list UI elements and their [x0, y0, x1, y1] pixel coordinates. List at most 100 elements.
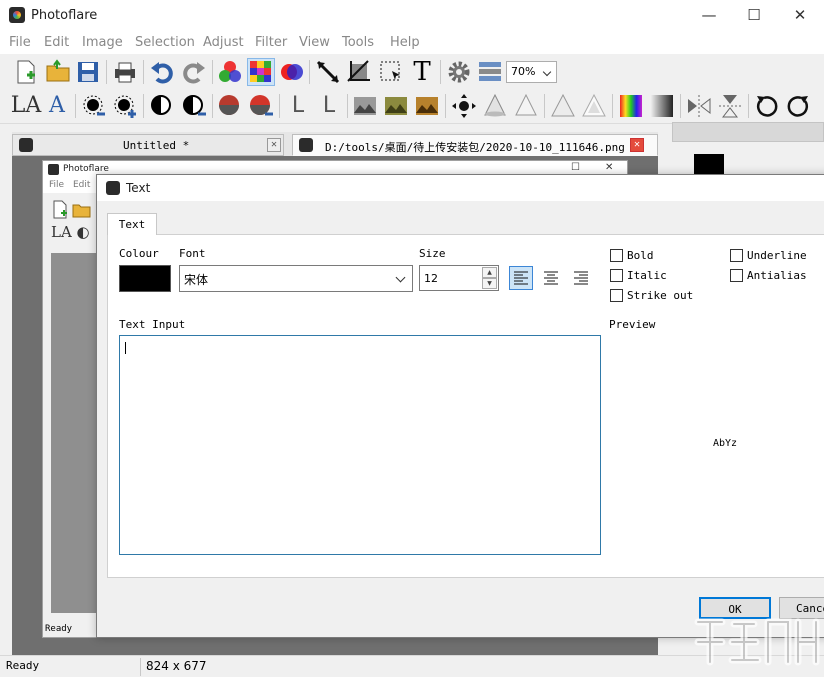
- font-label: Font: [179, 247, 206, 260]
- menu-view[interactable]: View: [299, 35, 330, 50]
- menu-edit[interactable]: Edit: [44, 35, 69, 50]
- brightness-down-icon[interactable]: [80, 92, 108, 120]
- tab-untitled[interactable]: Untitled * ✕: [12, 134, 284, 156]
- menu-tools[interactable]: Tools: [342, 35, 374, 50]
- layers-icon[interactable]: [476, 58, 504, 86]
- menu-filter[interactable]: Filter: [255, 35, 287, 50]
- close-button[interactable]: ✕: [777, 0, 823, 31]
- filter-olive-icon[interactable]: [382, 92, 410, 120]
- dialog-title-bar: Text: [97, 175, 824, 201]
- antialias-checkbox[interactable]: [730, 269, 743, 282]
- align-left-button[interactable]: [509, 266, 533, 290]
- close-tab-icon[interactable]: ✕: [630, 138, 644, 152]
- app-window: Photoflare — ☐ ✕ File Edit Image Selecti…: [0, 0, 824, 677]
- primary-color-swatch[interactable]: [694, 154, 724, 174]
- saturation-up-icon[interactable]: [247, 92, 275, 120]
- menu-image[interactable]: Image: [82, 35, 123, 50]
- preview-text: AbYz: [713, 438, 738, 449]
- rgb-circles-icon[interactable]: [216, 58, 244, 86]
- tab-label: D:/tools/桌面/待上传安装包/2020-10-10_111646.png…: [325, 141, 639, 154]
- saturation-down-icon[interactable]: [216, 92, 244, 120]
- tab-label: Untitled *: [123, 139, 190, 152]
- embedded-status: Ready: [45, 624, 73, 634]
- window-title: Photoflare: [31, 8, 98, 23]
- size-spinbox[interactable]: 12 ▲ ▼: [419, 265, 499, 291]
- close-tab-icon[interactable]: ✕: [267, 138, 281, 152]
- color-blend-icon[interactable]: [278, 58, 306, 86]
- menu-bar: File Edit Image Selection Adjust Filter …: [0, 31, 824, 54]
- preview-label: Preview: [609, 318, 656, 331]
- align-right-button[interactable]: [569, 266, 593, 290]
- open-folder-icon[interactable]: [44, 58, 72, 86]
- menu-file[interactable]: File: [9, 35, 31, 50]
- size-up-button[interactable]: ▲: [482, 267, 497, 278]
- move-icon[interactable]: [450, 92, 478, 120]
- photoflare-logo-icon: [299, 138, 313, 152]
- text-input-area[interactable]: [119, 335, 601, 555]
- embedded-maximize: ☐: [571, 162, 580, 173]
- photoflare-logo-icon: [19, 138, 33, 152]
- text-caret: [125, 342, 126, 354]
- new-file-icon[interactable]: [12, 58, 40, 86]
- underline-checkbox[interactable]: [730, 249, 743, 262]
- italic-checkbox[interactable]: [610, 269, 623, 282]
- text-size-up-icon[interactable]: A: [43, 92, 71, 120]
- text-size-down-icon[interactable]: LA: [11, 92, 42, 120]
- photoflare-logo-icon: [48, 164, 59, 175]
- tab-image[interactable]: D:/tools/桌面/待上传安装包/2020-10-10_111646.png…: [292, 134, 658, 156]
- flip-horizontal-icon[interactable]: [685, 92, 713, 120]
- size-value: 12: [424, 272, 438, 285]
- undo-icon[interactable]: [148, 58, 176, 86]
- triangle-light-icon[interactable]: [580, 92, 608, 120]
- crop-icon[interactable]: [345, 58, 373, 86]
- brightness-up-icon[interactable]: [111, 92, 139, 120]
- select-icon[interactable]: [377, 58, 405, 86]
- embedded-menu-edit: Edit: [73, 180, 91, 190]
- align-center-button[interactable]: [539, 266, 563, 290]
- antialias-label: Antialias: [747, 269, 807, 282]
- maximize-button[interactable]: ☐: [731, 0, 777, 31]
- strike-out-label: Strike out: [627, 289, 694, 302]
- bold-checkbox[interactable]: [610, 249, 623, 262]
- document-tabs: Untitled * ✕ D:/tools/桌面/待上传安装包/2020-10-…: [12, 132, 658, 156]
- mosaic-icon[interactable]: [247, 58, 275, 86]
- embedded-menu-file: File: [49, 180, 65, 190]
- print-icon[interactable]: [111, 58, 139, 86]
- tab-text[interactable]: Text: [107, 213, 157, 235]
- menu-help[interactable]: Help: [390, 35, 420, 50]
- text-tool-icon[interactable]: T: [408, 58, 436, 86]
- gamma-up-icon[interactable]: L: [315, 92, 343, 120]
- line-tool-icon[interactable]: [314, 58, 342, 86]
- embedded-canvas: [51, 253, 97, 613]
- photoflare-logo-icon: [106, 181, 120, 195]
- text-dialog: Text Text Colour Font Size 宋体 12 ▲ ▼ Bol…: [96, 174, 824, 638]
- strike-out-checkbox[interactable]: [610, 289, 623, 302]
- menu-adjust[interactable]: Adjust: [203, 35, 244, 50]
- filter-sepia-icon[interactable]: [413, 92, 441, 120]
- gradient-icon[interactable]: [648, 92, 676, 120]
- title-bar: Photoflare — ☐ ✕: [0, 0, 824, 31]
- menu-selection[interactable]: Selection: [135, 35, 195, 50]
- zoom-select[interactable]: 70%: [506, 61, 557, 83]
- filter-grayscale-icon[interactable]: [351, 92, 379, 120]
- flip-vertical-icon[interactable]: [716, 92, 744, 120]
- font-select[interactable]: 宋体: [179, 265, 413, 292]
- redo-icon[interactable]: [180, 58, 208, 86]
- cone-outline-icon[interactable]: [512, 92, 540, 120]
- gear-icon[interactable]: [445, 58, 473, 86]
- adjust-toolbar: LA A L L: [0, 88, 824, 124]
- minimize-button[interactable]: —: [686, 0, 732, 31]
- spectrum-icon[interactable]: [617, 92, 645, 120]
- size-down-button[interactable]: ▼: [482, 278, 497, 289]
- rotate-cw-icon[interactable]: [784, 92, 812, 120]
- contrast-down-icon[interactable]: [148, 92, 176, 120]
- right-panel-header: [672, 122, 824, 142]
- rotate-ccw-icon[interactable]: [753, 92, 781, 120]
- gamma-down-icon[interactable]: L: [284, 92, 312, 120]
- save-icon[interactable]: [74, 58, 102, 86]
- triangle-icon[interactable]: [549, 92, 577, 120]
- dialog-title: Text: [126, 181, 151, 195]
- cone-icon[interactable]: [481, 92, 509, 120]
- contrast-up-icon[interactable]: [180, 92, 208, 120]
- colour-swatch[interactable]: [119, 265, 171, 292]
